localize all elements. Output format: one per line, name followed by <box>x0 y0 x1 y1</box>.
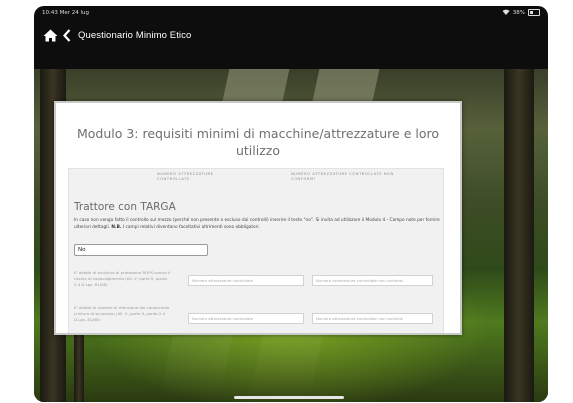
description-nb-label: N.B. <box>111 225 122 230</box>
answer-field[interactable]: No <box>74 244 208 256</box>
app-title: Questionario Minimo Etico <box>78 29 192 41</box>
home-indicator[interactable] <box>234 396 344 399</box>
status-bar: 10:43 Mer 24 lug 38% <box>34 6 548 19</box>
status-date: Mer 24 lug <box>59 9 89 16</box>
battery-icon <box>528 9 540 16</box>
row-label-seatbelt: E' dotato di sistema di ritenzione del c… <box>74 305 170 322</box>
home-button[interactable] <box>40 25 60 45</box>
nonconforming-count-input[interactable]: Numero attrezzature controllate non conf… <box>312 275 433 286</box>
column-header-controlled: NUMERO ATTREZZATURE CONTROLLATE <box>157 172 214 181</box>
controlled-count-input[interactable]: Numero attrezzature controllate <box>188 275 304 286</box>
status-time: 10:43 <box>42 9 58 16</box>
battery-percent: 38% <box>512 9 525 16</box>
wifi-icon <box>502 9 510 17</box>
controlled-count-input[interactable]: Numero attrezzature controllate <box>188 313 304 324</box>
row-label-rops: E' dotato di struttura di protezione ROP… <box>74 270 171 287</box>
column-header-nonconforming: NUMERO ATTREZZATURE CONTROLLATE NON CONF… <box>291 172 394 181</box>
description-nb: I campi relativi diventano facoltativi a… <box>122 225 260 230</box>
back-button[interactable] <box>60 25 74 45</box>
section-title: Trattore con TARGA <box>74 201 176 213</box>
chevron-left-icon <box>63 28 71 42</box>
module-card: Modulo 3: requisiti minimi di macchine/a… <box>54 101 462 335</box>
section-description: In caso non venga fatto il controllo sul… <box>74 217 442 231</box>
app-bar: Questionario Minimo Etico <box>34 20 548 50</box>
home-icon <box>43 29 57 41</box>
form-section: NUMERO ATTREZZATURE CONTROLLATE NUMERO A… <box>68 168 444 333</box>
nonconforming-count-input[interactable]: Numero attrezzature controllate non conf… <box>312 313 433 324</box>
module-title: Modulo 3: requisiti minimi di macchine/a… <box>76 126 440 158</box>
tree-trunk <box>504 69 534 402</box>
